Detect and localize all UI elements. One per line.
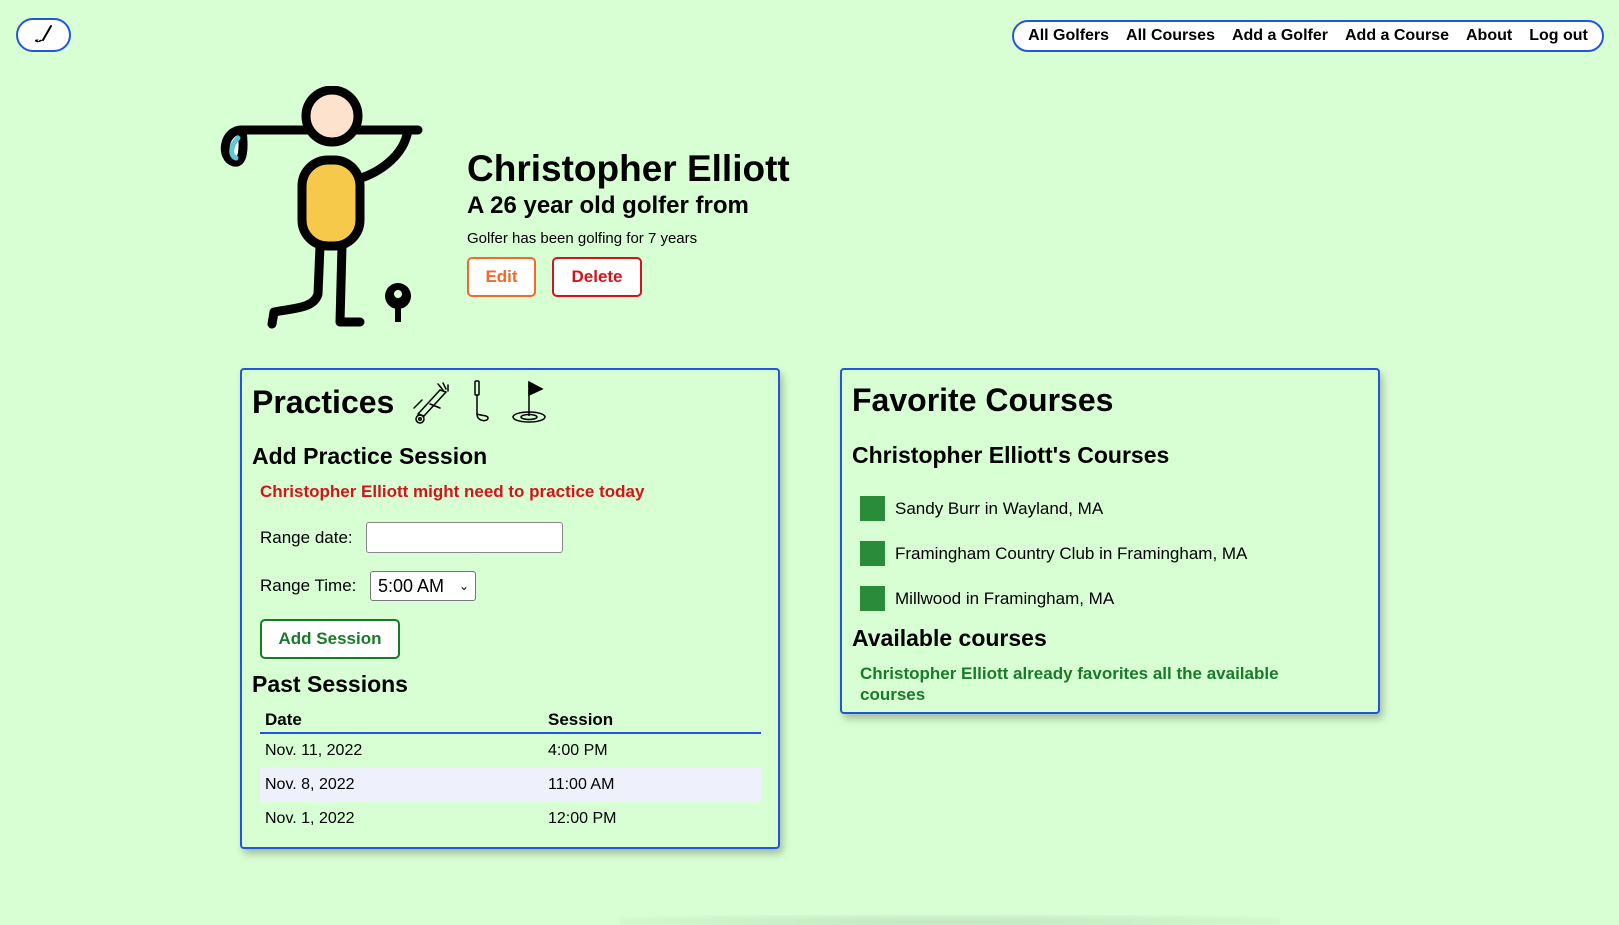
favorite-courses-title: Favorite Courses — [852, 382, 1114, 418]
course-name: Framingham Country Club in Framingham, M… — [895, 543, 1248, 563]
golf-club-icon — [34, 25, 52, 43]
nav-add-golfer[interactable]: Add a Golfer — [1232, 27, 1328, 45]
available-courses-note: Christopher Elliott already favorites al… — [860, 664, 1279, 704]
nav-about[interactable]: About — [1466, 27, 1512, 45]
golfer-experience: Golfer has been golfing for 7 years — [467, 230, 698, 247]
golf-bag-cart-icon — [413, 382, 450, 424]
home-logo-button[interactable] — [16, 18, 71, 52]
session-time: 12:00 PM — [548, 810, 617, 827]
session-date: Nov. 11, 2022 — [265, 742, 363, 759]
top-nav: All Golfers All Courses Add a Golfer Add… — [1012, 20, 1604, 52]
footer-shadow — [620, 915, 1280, 925]
course-marker-icon — [860, 541, 885, 566]
nav-log-out[interactable]: Log out — [1529, 27, 1588, 45]
past-sessions-heading: Past Sessions — [252, 671, 408, 697]
course-marker-icon — [860, 496, 885, 521]
golf-club-icon — [474, 380, 490, 422]
range-time-label: Range Time: — [260, 576, 357, 595]
golfer-illustration — [220, 86, 423, 329]
table-header: Date Session — [260, 710, 761, 734]
course-name: Sandy Burr in Wayland, MA — [895, 498, 1104, 518]
range-time-value: 5:00 AM — [378, 575, 445, 596]
table-row: Nov. 11, 2022 4:00 PM — [260, 734, 761, 768]
list-item[interactable]: Sandy Burr in Wayland, MA — [860, 486, 1247, 531]
nav-add-course[interactable]: Add a Course — [1345, 27, 1449, 45]
session-time: 4:00 PM — [548, 742, 608, 759]
golf-flag-hole-icon — [512, 380, 547, 423]
session-date: Nov. 1, 2022 — [265, 810, 355, 827]
course-name: Millwood in Framingham, MA — [895, 588, 1115, 608]
table-row: Nov. 1, 2022 12:00 PM — [260, 802, 761, 836]
list-item[interactable]: Millwood in Framingham, MA — [860, 576, 1247, 621]
nav-all-golfers[interactable]: All Golfers — [1028, 27, 1109, 45]
practice-warning: Christopher Elliott might need to practi… — [260, 482, 645, 501]
chevron-down-icon: ⌄ — [458, 579, 469, 593]
practices-title: Practices — [252, 383, 395, 420]
available-courses-heading: Available courses — [852, 625, 1047, 651]
table-row: Nov. 8, 2022 11:00 AM — [260, 768, 761, 802]
column-header-date: Date — [265, 710, 302, 729]
session-time: 11:00 AM — [548, 776, 615, 793]
golfer-subtitle: A 26 year old golfer from — [467, 192, 749, 219]
golfer-name: Christopher Elliott — [467, 148, 790, 189]
nav-all-courses[interactable]: All Courses — [1126, 27, 1215, 45]
golfer-courses-heading: Christopher Elliott's Courses — [852, 442, 1170, 468]
range-time-select[interactable]: 5:00 AM ⌄ — [370, 571, 476, 601]
range-date-input[interactable] — [366, 522, 563, 553]
add-practice-heading: Add Practice Session — [252, 443, 488, 469]
favorite-courses-card: Favorite Courses Christopher Elliott's C… — [840, 368, 1380, 714]
course-marker-icon — [860, 586, 885, 611]
delete-button[interactable]: Delete — [552, 257, 642, 297]
favorite-course-list: Sandy Burr in Wayland, MA Framingham Cou… — [860, 486, 1247, 621]
golfer-profile: Christopher Elliott A 26 year old golfer… — [467, 146, 790, 297]
practices-card: Practices Add Practice Session Christoph… — [240, 368, 780, 849]
add-session-button[interactable]: Add Session — [260, 619, 400, 659]
edit-button[interactable]: Edit — [467, 257, 536, 297]
list-item[interactable]: Framingham Country Club in Framingham, M… — [860, 531, 1247, 576]
past-sessions-table: Date Session Nov. 11, 2022 4:00 PM Nov. … — [260, 710, 761, 836]
column-header-session: Session — [548, 710, 614, 729]
session-date: Nov. 8, 2022 — [265, 776, 355, 793]
range-date-label: Range date: — [260, 528, 353, 547]
